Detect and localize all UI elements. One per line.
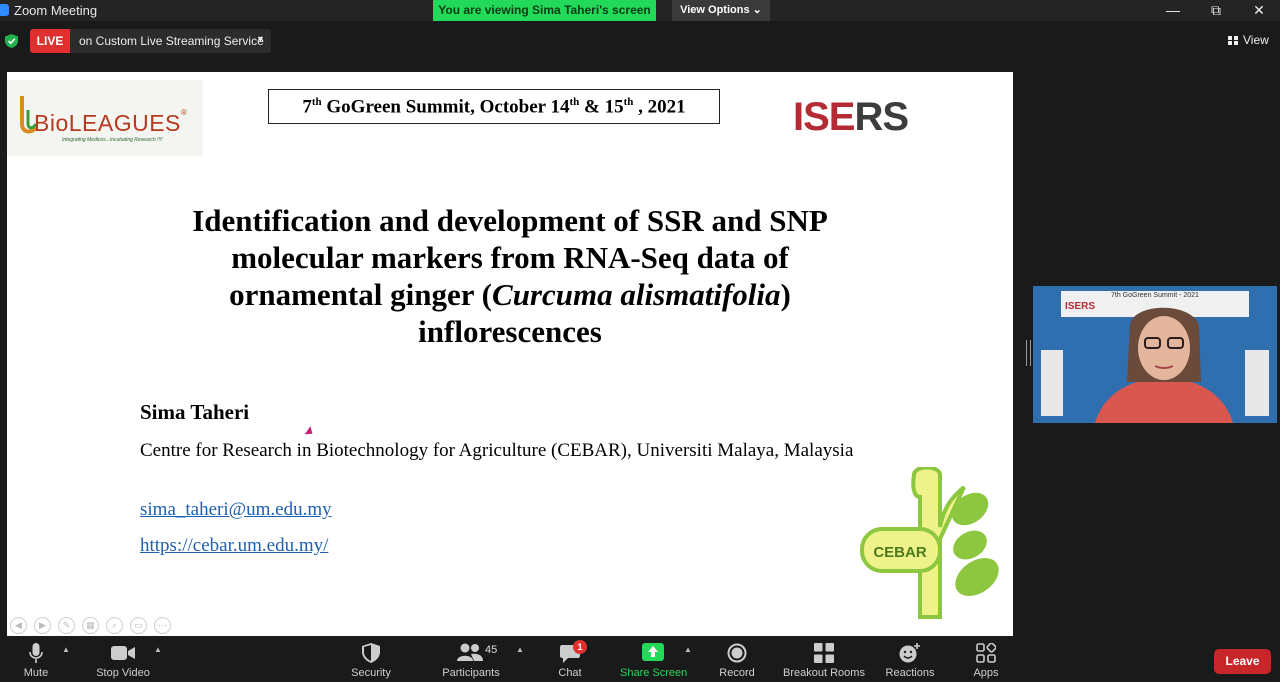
security-shield-icon (362, 643, 380, 663)
prev-slide-icon[interactable]: ◀ (10, 617, 27, 634)
title-bar: Zoom Meeting You are viewing Sima Taheri… (0, 0, 1280, 21)
view-options-label: View Options (680, 4, 750, 16)
record-icon (727, 643, 747, 663)
live-stream-dropdown[interactable]: LIVE on Custom Live Streaming Service ▼ (30, 29, 271, 53)
cebar-logo: CEBAR (860, 467, 999, 619)
chat-button[interactable]: 1 Chat (552, 640, 588, 682)
chevron-down-icon: ⌄ (752, 4, 762, 16)
meeting-toolbar: Mute ▲ Stop Video ▲ Security 45 Particip… (0, 640, 1280, 682)
zoom-app-icon (0, 4, 9, 16)
participants-button[interactable]: 45 Participants (438, 640, 504, 682)
apps-button[interactable]: Apps (966, 640, 1006, 682)
bioleagues-logo: BioLEAGUES ® Integrating Medicos...Incub… (7, 80, 203, 156)
view-options-button[interactable]: View Options ⌄ (672, 0, 770, 21)
bioleagues-tagline: Integrating Medicos...Incubating Researc… (62, 137, 163, 143)
email-link[interactable]: sima_taheri@um.edu.my (140, 499, 332, 521)
share-screen-button[interactable]: Share Screen (620, 640, 687, 682)
panel-resize-handle[interactable] (1026, 340, 1031, 366)
stop-video-button[interactable]: Stop Video (92, 640, 154, 682)
subtitles-icon[interactable]: ▭ (130, 617, 147, 634)
participants-icon (457, 643, 483, 661)
participant-person-image (1095, 307, 1233, 423)
bioleagues-name: BioLEAGUES (34, 110, 181, 136)
shared-screen-slide: BioLEAGUES ® Integrating Medicos...Incub… (7, 72, 1013, 636)
restore-button[interactable]: ⧉ (1193, 0, 1239, 21)
share-screen-icon (642, 643, 664, 661)
summit-title: 7th GoGreen Summit, October 14th & 15th … (302, 96, 686, 118)
video-options-caret[interactable]: ▲ (154, 645, 162, 654)
video-standee-left (1041, 350, 1063, 416)
caret-down-icon: ▼ (256, 34, 265, 44)
slides-grid-icon[interactable]: ▦ (82, 617, 99, 634)
video-camera-icon (111, 646, 135, 660)
cebar-logo-text: CEBAR (873, 544, 927, 561)
presentation-title: Identification and development of SSR an… (192, 203, 828, 349)
mouse-cursor-icon (304, 426, 316, 438)
reactions-button[interactable]: Reactions (884, 640, 936, 682)
breakout-rooms-icon (814, 643, 834, 663)
chat-unread-badge: 1 (573, 640, 587, 654)
microphone-icon (29, 643, 43, 663)
zoom-icon[interactable]: ⌕ (106, 617, 123, 634)
minimize-button[interactable]: — (1150, 0, 1196, 21)
mute-options-caret[interactable]: ▲ (62, 645, 70, 654)
viewing-banner: You are viewing Sima Taheri's screen (433, 0, 656, 21)
slide-controls: ◀ ▶ ✎ ▦ ⌕ ▭ ⋯ (10, 615, 178, 635)
leave-button[interactable]: Leave (1214, 649, 1271, 674)
view-label: View (1243, 33, 1269, 47)
website-link[interactable]: https://cebar.um.edu.my/ (140, 535, 328, 557)
isers-logo: ISERS (793, 95, 909, 139)
security-button[interactable]: Security (348, 640, 394, 682)
participant-video[interactable]: 7th GoGreen Summit - 2021 ISERS (1033, 286, 1277, 423)
summit-title-box: 7th GoGreen Summit, October 14th & 15th … (268, 89, 720, 124)
author-affiliation: Centre for Research in Biotechnology for… (140, 440, 854, 461)
author-name: Sima Taheri (140, 400, 250, 424)
window-title: Zoom Meeting (14, 3, 98, 18)
participants-count: 45 (485, 644, 498, 656)
live-service-label: on Custom Live Streaming Service (79, 34, 264, 48)
grid-view-icon (1228, 36, 1238, 45)
live-badge: LIVE (30, 29, 70, 53)
video-standee-right (1245, 350, 1269, 416)
apps-icon (976, 643, 996, 663)
encryption-shield-icon[interactable] (5, 34, 18, 48)
pen-icon[interactable]: ✎ (58, 617, 75, 634)
participants-options-caret[interactable]: ▲ (516, 645, 524, 654)
reactions-smiley-icon (899, 643, 920, 663)
next-slide-icon[interactable]: ▶ (34, 617, 51, 634)
close-button[interactable]: ✕ (1236, 0, 1280, 21)
share-options-caret[interactable]: ▲ (684, 645, 692, 654)
view-button[interactable]: View (1228, 33, 1269, 47)
breakout-rooms-button[interactable]: Breakout Rooms (780, 640, 868, 682)
more-icon[interactable]: ⋯ (154, 617, 171, 634)
record-button[interactable]: Record (716, 640, 758, 682)
registered-mark: ® (181, 108, 187, 117)
mute-button[interactable]: Mute (16, 640, 56, 682)
